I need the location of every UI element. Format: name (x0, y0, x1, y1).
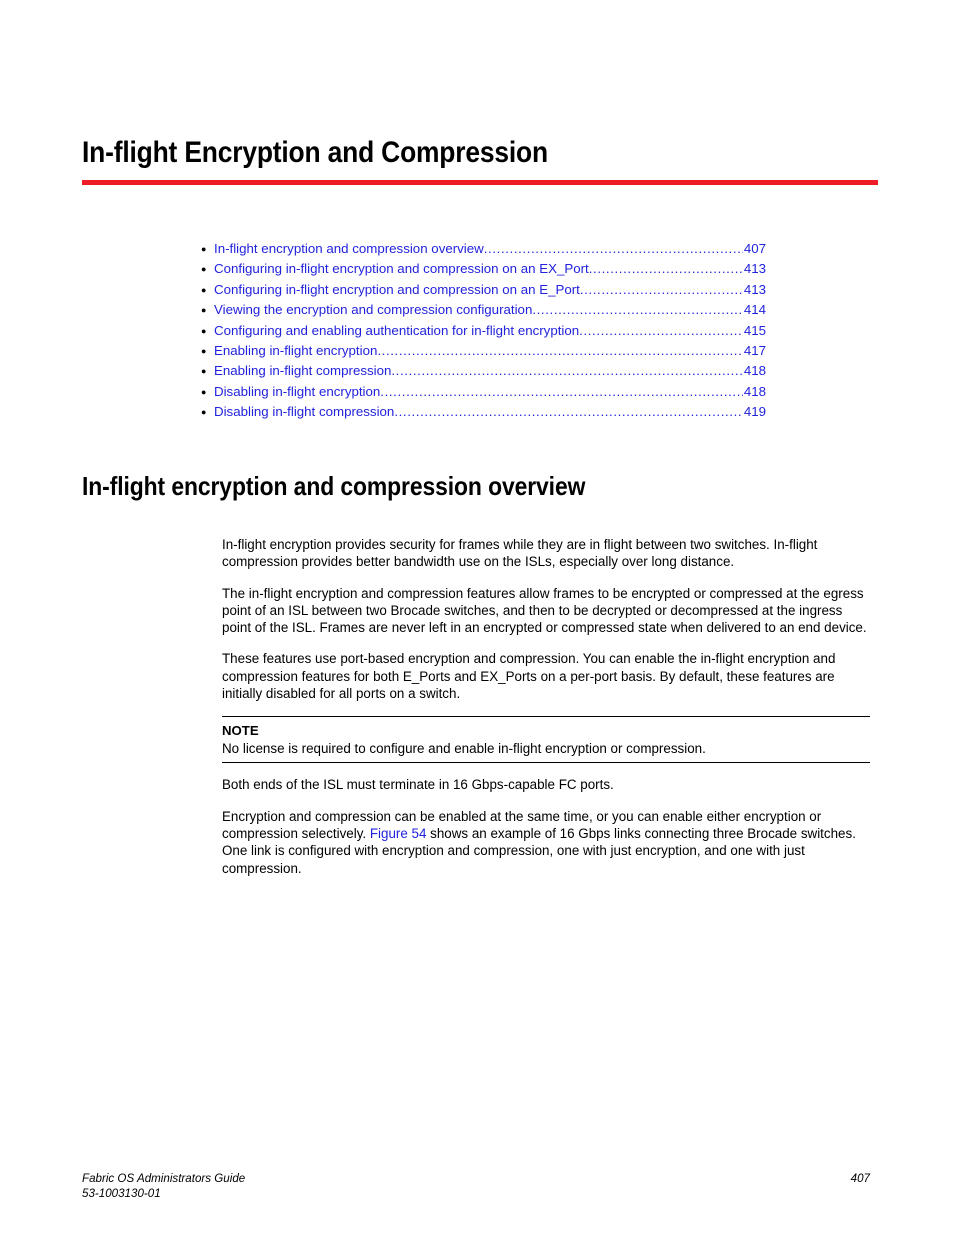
toc-dot-leader: ........................................… (377, 343, 743, 359)
toc-entry[interactable]: ● In-flight encryption and compression ov… (200, 239, 766, 259)
footer-guide-title: Fabric OS Administrators Guide (82, 1172, 246, 1185)
toc-entry-label[interactable]: Enabling in-flight encryption (214, 341, 377, 361)
footer-doc-number: 53-1003130-01 (82, 1186, 161, 1200)
bullet-icon: ● (201, 264, 207, 275)
toc-entry-label[interactable]: Disabling in-flight compression (214, 402, 394, 422)
toc-entry-page[interactable]: 419 (743, 402, 766, 422)
toc-entry-label[interactable]: Configuring in-flight encryption and com… (214, 259, 589, 279)
toc-dot-leader: ........................................… (588, 261, 743, 277)
paragraph-port-based: These features use port-based encryption… (222, 651, 836, 702)
paragraph-isl-requirement: Both ends of the ISL must terminate in 1… (222, 777, 614, 793)
bullet-icon: ● (201, 305, 207, 316)
toc-entry-label[interactable]: Viewing the encryption and compression c… (214, 300, 532, 320)
toc-entry-page[interactable]: 418 (743, 382, 766, 402)
toc-dot-leader: ........................................… (532, 302, 743, 318)
body-column: In-flight encryption provides security f… (222, 536, 870, 877)
bullet-icon: ● (201, 366, 207, 377)
toc-entry-page[interactable]: 417 (743, 341, 766, 361)
toc-dot-leader: ........................................… (579, 322, 743, 338)
footer-document-info: Fabric OS Administrators Guide 53-100313… (82, 1172, 245, 1201)
note-admonition: NOTE No license is required to configure… (222, 716, 870, 764)
toc-dot-leader: ........................................… (483, 241, 743, 256)
toc-entry[interactable]: ● Configuring in-flight encryption and co… (200, 259, 766, 279)
toc-entry-label[interactable]: Disabling in-flight encryption (214, 382, 380, 402)
toc-entry-label[interactable]: Enabling in-flight compression (214, 361, 391, 381)
bullet-icon: ● (201, 346, 207, 357)
toc-entry[interactable]: ● Configuring in-flight encryption and co… (200, 280, 766, 300)
paragraph-feature-description: The in-flight encryption and compression… (222, 585, 867, 636)
paragraph-overview-intro: In-flight encryption provides security f… (222, 537, 818, 570)
toc-entry-page[interactable]: 414 (743, 300, 766, 320)
title-red-rule (82, 180, 878, 185)
toc-entry[interactable]: ● Configuring and enabling authentication… (200, 321, 766, 341)
toc-entry-label[interactable]: In-flight encryption and compression ove… (214, 239, 484, 259)
bullet-icon: ● (201, 386, 207, 397)
toc-dot-leader: ........................................… (391, 363, 742, 379)
toc-entry-label[interactable]: Configuring in-flight encryption and com… (214, 280, 580, 300)
toc-entry[interactable]: ● Enabling in-flight compression.........… (200, 361, 766, 381)
toc-entry-label[interactable]: Configuring and enabling authentication … (214, 321, 579, 341)
toc-dot-leader: ........................................… (394, 404, 743, 420)
toc-entry-page[interactable]: 413 (743, 259, 766, 279)
section-heading: In-flight encryption and compression ove… (82, 471, 586, 501)
paragraph-figure-reference: Encryption and compression can be enable… (222, 808, 870, 877)
bullet-icon: ● (201, 407, 207, 418)
chapter-toc: ● In-flight encryption and compression ov… (200, 239, 766, 423)
bullet-icon: ● (201, 325, 207, 336)
note-body: No license is required to configure and … (222, 741, 706, 757)
toc-entry[interactable]: ● Enabling in-flight encryption..........… (200, 341, 766, 361)
bullet-icon: ● (201, 244, 207, 254)
footer-page-number: 407 (850, 1172, 870, 1185)
page-title: In-flight Encryption and Compression (82, 136, 548, 169)
bullet-icon: ● (201, 284, 207, 295)
toc-entry-page[interactable]: 415 (743, 321, 766, 341)
chapter-title-block: In-flight Encryption and Compression (82, 136, 878, 185)
toc-entry[interactable]: ● Disabling in-flight encryption.........… (200, 382, 766, 402)
toc-entry[interactable]: ● Disabling in-flight compression........… (200, 402, 766, 422)
figure-54-link[interactable]: Figure 54 (370, 826, 427, 841)
toc-entry[interactable]: ● Viewing the encryption and compression … (200, 300, 766, 320)
document-page: In-flight Encryption and Compression ● In… (0, 0, 954, 1235)
toc-entry-page[interactable]: 413 (743, 280, 766, 300)
toc-entry-page[interactable]: 418 (743, 361, 766, 381)
toc-dot-leader: ........................................… (579, 281, 743, 297)
toc-dot-leader: ........................................… (380, 383, 743, 399)
page-footer: Fabric OS Administrators Guide 53-100313… (82, 1172, 870, 1201)
note-label: NOTE (222, 723, 259, 739)
toc-entry-page[interactable]: 407 (743, 239, 766, 259)
